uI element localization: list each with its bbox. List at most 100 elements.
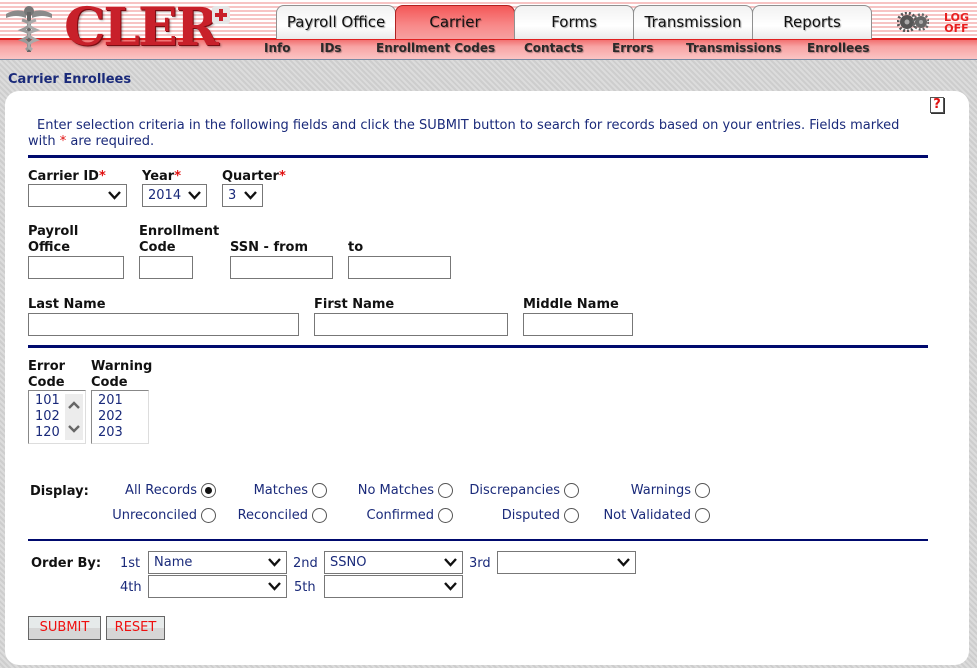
warning-code-label: Warning Code xyxy=(91,359,153,390)
quarter-value: 3 xyxy=(228,188,237,203)
red-cross-icon xyxy=(212,6,230,24)
last-name-input[interactable] xyxy=(28,313,299,336)
tab-payroll-office[interactable]: Payroll Office xyxy=(276,5,396,39)
chevron-down-icon xyxy=(444,558,457,567)
radio-reconciled[interactable]: Reconciled xyxy=(238,508,327,523)
chevron-down-icon xyxy=(268,558,281,567)
tab-transmission[interactable]: Transmission xyxy=(633,5,753,39)
chevron-down-icon xyxy=(268,582,281,591)
radio-button[interactable] xyxy=(438,508,453,523)
subnav-errors[interactable]: Errors xyxy=(612,41,653,55)
ssn-from-label: SSN - from xyxy=(230,240,309,255)
radio-no-matches[interactable]: No Matches xyxy=(358,483,453,498)
submit-button[interactable]: SUBMIT xyxy=(28,616,101,640)
radio-matches[interactable]: Matches xyxy=(254,483,327,498)
warning-code-listbox[interactable]: 201 202 203 xyxy=(91,390,149,444)
subnav-transmissions[interactable]: Transmissions xyxy=(686,41,782,55)
payroll-office-input[interactable] xyxy=(28,256,124,279)
order-4th-label: 4th xyxy=(120,580,142,595)
subnav-enrollment-codes[interactable]: Enrollment Codes xyxy=(376,41,495,55)
help-icon[interactable]: ? xyxy=(930,97,944,113)
section-divider xyxy=(28,155,928,158)
enrollment-code-label: Enrollment Code xyxy=(139,224,220,255)
scroll-down-icon[interactable] xyxy=(67,424,81,434)
radio-button[interactable] xyxy=(438,483,453,498)
order-1st-select[interactable]: Name xyxy=(148,551,287,574)
instructions-text: Enter selection criteria in the followin… xyxy=(28,118,928,150)
middle-name-input[interactable] xyxy=(523,313,633,336)
ssn-to-input[interactable] xyxy=(348,256,451,279)
main-tabs: Payroll Office Carrier Forms Transmissio… xyxy=(276,5,872,39)
order-5th-select[interactable] xyxy=(324,575,463,598)
order-2nd-label: 2nd xyxy=(293,556,318,571)
order-5th-label: 5th xyxy=(294,580,316,595)
carrier-id-label: Carrier ID* xyxy=(28,169,106,184)
subnav-contacts[interactable]: Contacts xyxy=(524,41,583,55)
tab-carrier[interactable]: Carrier xyxy=(395,5,515,39)
order-3rd-label: 3rd xyxy=(469,556,491,571)
order-3rd-select[interactable] xyxy=(497,551,636,574)
year-label: Year* xyxy=(142,169,182,184)
radio-button[interactable] xyxy=(695,508,710,523)
instructions-main: Enter selection criteria in the followin… xyxy=(28,118,900,149)
order-2nd-value: SSNO xyxy=(330,555,367,570)
radio-warnings[interactable]: Warnings xyxy=(631,483,710,498)
carrier-id-select[interactable] xyxy=(28,184,127,207)
radio-all-records[interactable]: All Records xyxy=(125,483,216,498)
app-header: CLER Payroll Office Carrier Forms Transm… xyxy=(0,0,977,60)
error-code-label: Error Code xyxy=(28,359,66,390)
reset-button[interactable]: RESET xyxy=(106,616,165,640)
enrollment-code-input[interactable] xyxy=(139,256,193,279)
order-4th-select[interactable] xyxy=(148,575,287,598)
payroll-office-label: Payroll Office xyxy=(28,224,79,255)
radio-button[interactable] xyxy=(695,483,710,498)
display-label: Display: xyxy=(30,484,89,499)
warning-code-option[interactable]: 203 xyxy=(98,425,148,441)
radio-discrepancies[interactable]: Discrepancies xyxy=(469,483,579,498)
last-name-label: Last Name xyxy=(28,297,106,312)
order-by-label: Order By: xyxy=(31,556,102,571)
quarter-select[interactable]: 3 xyxy=(222,184,263,207)
error-code-scrollbar[interactable] xyxy=(65,394,83,440)
log-off-button[interactable]: LOG OFF xyxy=(944,12,969,34)
logo-text: CLER xyxy=(64,0,219,58)
warning-code-option[interactable]: 201 xyxy=(98,393,148,409)
radio-button[interactable] xyxy=(564,483,579,498)
tab-forms[interactable]: Forms xyxy=(514,5,634,39)
year-select[interactable]: 2014 xyxy=(142,184,207,207)
radio-button[interactable] xyxy=(312,508,327,523)
order-1st-label: 1st xyxy=(120,556,141,571)
order-1st-value: Name xyxy=(154,555,193,570)
section-divider xyxy=(28,345,928,348)
chevron-down-icon xyxy=(244,191,257,200)
cler-logo: CLER xyxy=(4,0,230,58)
settings-gears-icon[interactable] xyxy=(897,12,929,32)
warning-code-option[interactable]: 202 xyxy=(98,409,148,425)
order-2nd-select[interactable]: SSNO xyxy=(324,551,463,574)
scroll-up-icon[interactable] xyxy=(67,400,81,410)
log-off-line2: OFF xyxy=(944,22,969,35)
first-name-label: First Name xyxy=(314,297,395,312)
tab-reports[interactable]: Reports xyxy=(752,5,872,39)
subnav-enrollees[interactable]: Enrollees xyxy=(807,41,870,55)
first-name-input[interactable] xyxy=(314,313,508,336)
radio-button[interactable] xyxy=(312,483,327,498)
ssn-to-label: to xyxy=(348,240,364,255)
chevron-down-icon xyxy=(188,191,201,200)
ssn-from-input[interactable] xyxy=(230,256,333,279)
subnav-info[interactable]: Info xyxy=(264,41,290,55)
chevron-down-icon xyxy=(617,558,630,567)
radio-disputed[interactable]: Disputed xyxy=(502,508,579,523)
radio-button-selected[interactable] xyxy=(201,483,216,498)
caduceus-icon xyxy=(6,6,52,52)
middle-name-label: Middle Name xyxy=(523,297,619,312)
radio-not-validated[interactable]: Not Validated xyxy=(603,508,710,523)
quarter-label: Quarter* xyxy=(222,169,286,184)
subnav-ids[interactable]: IDs xyxy=(320,41,342,55)
radio-button[interactable] xyxy=(201,508,216,523)
year-value: 2014 xyxy=(148,188,182,203)
error-code-listbox[interactable]: 101 102 120 xyxy=(28,390,86,444)
radio-unreconciled[interactable]: Unreconciled xyxy=(112,508,216,523)
radio-button[interactable] xyxy=(564,508,579,523)
radio-confirmed[interactable]: Confirmed xyxy=(367,508,453,523)
